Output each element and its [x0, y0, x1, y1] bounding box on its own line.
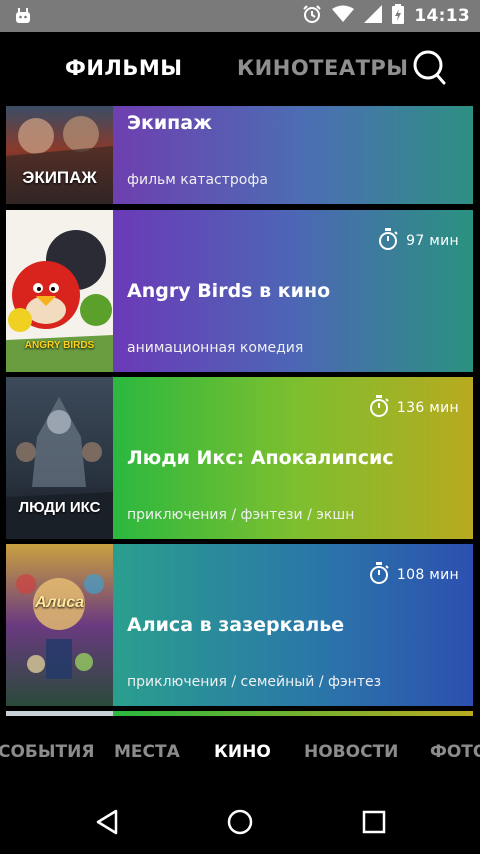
movie-title: Angry Birds в кино	[127, 280, 331, 302]
status-bar: 14:13	[0, 0, 480, 32]
tab-places[interactable]: МЕСТА	[114, 742, 180, 762]
search-icon[interactable]	[410, 48, 450, 88]
wifi-icon	[332, 5, 355, 27]
movie-genre: приключения / фэнтези / экшн	[127, 507, 355, 523]
android-icon	[14, 7, 32, 29]
tab-events[interactable]: СОБЫТИЯ	[0, 742, 94, 762]
movie-list[interactable]: ЭКИПАЖ Экипаж фильм катастрофа ANGRY BIR…	[0, 106, 480, 716]
movie-genre: приключения / семейный / фэнтез	[127, 674, 382, 690]
movie-poster: Алиса	[6, 544, 113, 706]
top-tabs: ФИЛЬМЫ КИНОТЕАТРЫ	[0, 32, 480, 102]
movie-info: 136 мин Люди Икс: Апокалипсис приключени…	[113, 377, 473, 539]
movie-card-alice[interactable]: Алиса 108 мин Алиса в зазеркалье приключ…	[6, 544, 473, 706]
movie-info: 97 мин Angry Birds в кино анимационная к…	[113, 210, 473, 372]
movie-poster: ANGRY BIRDS	[6, 210, 113, 372]
movie-title: Экипаж	[127, 112, 213, 134]
status-time: 14:13	[414, 6, 470, 26]
home-icon[interactable]	[226, 808, 254, 836]
movie-poster: ЭКИПАЖ	[6, 106, 113, 204]
movie-genre: анимационная комедия	[127, 340, 304, 356]
duration-value: 108 мин	[396, 567, 459, 583]
movie-card-x-men[interactable]: ЛЮДИ ИКС 136 мин Люди Икс: Апокалипсис п…	[6, 377, 473, 539]
movie-card-angry-birds[interactable]: ANGRY BIRDS 97 мин Angry Birds в кино ан…	[6, 210, 473, 372]
tab-cinemas[interactable]: КИНОТЕАТРЫ	[237, 56, 409, 80]
movie-title: Люди Икс: Апокалипсис	[127, 447, 394, 469]
poster-title: Алиса	[34, 594, 85, 611]
duration-value: 136 мин	[396, 400, 459, 416]
movie-title: Алиса в зазеркалье	[127, 614, 345, 636]
duration: 136 мин	[369, 395, 459, 421]
duration-value: 97 мин	[406, 233, 459, 249]
tab-news[interactable]: НОВОСТИ	[304, 742, 398, 762]
movie-poster: ЛЮДИ ИКС	[6, 377, 113, 539]
signal-icon	[364, 5, 383, 27]
movie-poster	[6, 711, 113, 716]
poster-title: ANGRY BIRDS	[24, 340, 95, 351]
tab-films[interactable]: ФИЛЬМЫ	[65, 56, 183, 80]
tab-photo[interactable]: ФОТО	[430, 742, 480, 762]
stopwatch-icon	[369, 562, 389, 588]
recents-icon[interactable]	[360, 808, 388, 836]
nav-bar	[0, 788, 480, 854]
movie-info: 108 мин Алиса в зазеркалье приключения /…	[113, 544, 473, 706]
duration: 97 мин	[378, 228, 459, 254]
duration: 108 мин	[369, 562, 459, 588]
movie-genre: фильм катастрофа	[127, 172, 268, 188]
poster-title: ЛЮДИ ИКС	[18, 499, 101, 516]
back-icon[interactable]	[94, 808, 122, 836]
alarm-icon	[302, 4, 322, 28]
poster-title: ЭКИПАЖ	[22, 168, 97, 187]
movie-card-crew[interactable]: ЭКИПАЖ Экипаж фильм катастрофа	[6, 106, 473, 204]
tab-cinema[interactable]: КИНО	[214, 742, 271, 762]
movie-info	[113, 711, 473, 716]
stopwatch-icon	[378, 228, 398, 254]
movie-card-next[interactable]	[6, 711, 473, 716]
battery-icon	[392, 4, 405, 28]
category-tabs: СОБЫТИЯ МЕСТА КИНО НОВОСТИ ФОТО	[0, 718, 480, 788]
movie-info: Экипаж фильм катастрофа	[113, 106, 473, 204]
stopwatch-icon	[369, 395, 389, 421]
